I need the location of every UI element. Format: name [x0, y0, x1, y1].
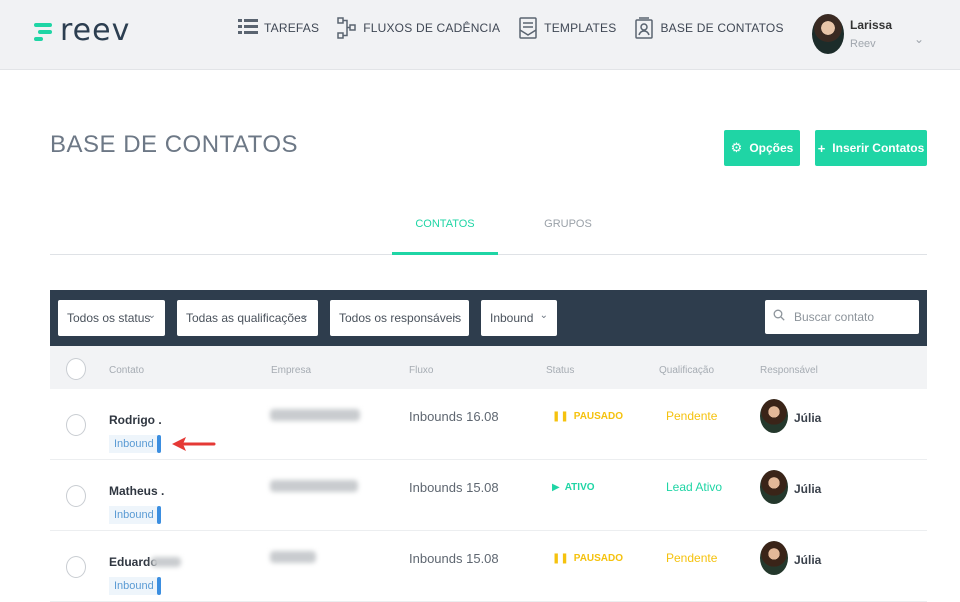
- status-filter-value: Todos os status: [67, 311, 151, 325]
- nav-item-base-de-contatos[interactable]: BASE DE CONTATOS: [634, 16, 783, 40]
- column-header-qualificacao[interactable]: Qualificação: [659, 365, 714, 376]
- company-name-blurred: [270, 480, 358, 492]
- options-button[interactable]: ⚙ Opções: [724, 130, 800, 166]
- chevron-down-icon[interactable]: ⌄: [914, 32, 924, 46]
- table-row[interactable]: Matheus . Inbound Inbounds 15.08 ▶ ATIVO…: [50, 460, 927, 531]
- status-badge: ▶ ATIVO: [552, 482, 595, 493]
- page-title: BASE DE CONTATOS: [50, 131, 299, 158]
- qualification-value: Pendente: [666, 409, 718, 423]
- top-navbar: reev TAREFAS FLUXOS DE CADÊNCIA TEMPLATE…: [0, 0, 960, 70]
- status-badge: ❚❚ PAUSADO: [552, 411, 623, 422]
- chevron-down-icon: ⌄: [539, 310, 548, 321]
- flow-name[interactable]: Inbounds 15.08: [409, 551, 499, 566]
- main-nav: TAREFAS FLUXOS DE CADÊNCIA TEMPLATES BAS…: [238, 16, 802, 40]
- nav-label: FLUXOS DE CADÊNCIA: [363, 21, 501, 35]
- template-icon: [519, 17, 537, 39]
- contact-name[interactable]: Matheus .: [109, 484, 164, 498]
- owner-filter-select[interactable]: Todos os responsáveis ⌄: [330, 300, 469, 336]
- tabs: CONTATOS GRUPOS: [50, 215, 927, 255]
- status-filter-select[interactable]: Todos os status ⌄: [58, 300, 165, 336]
- nav-label: BASE DE CONTATOS: [660, 21, 784, 35]
- column-header-responsavel[interactable]: Responsável: [760, 365, 818, 376]
- row-checkbox[interactable]: [66, 414, 86, 436]
- pause-icon: ❚❚: [552, 411, 569, 422]
- row-checkbox[interactable]: [66, 556, 86, 578]
- company-name-blurred: [270, 551, 316, 563]
- owner-name: Júlia: [794, 553, 822, 567]
- row-checkbox[interactable]: [66, 485, 86, 507]
- contact-name[interactable]: Rodrigo .: [109, 413, 162, 427]
- source-filter-value: Inbound: [490, 311, 534, 325]
- column-header-fluxo[interactable]: Fluxo: [409, 365, 433, 376]
- flow-name[interactable]: Inbounds 15.08: [409, 480, 499, 495]
- status-label: PAUSADO: [573, 411, 624, 422]
- filter-bar: Todos os status ⌄ Todas as qualificações…: [50, 290, 927, 346]
- qualification-filter-value: Todas as qualificações: [186, 311, 307, 325]
- contact-tag[interactable]: Inbound: [109, 577, 161, 595]
- owner-name: Júlia: [794, 411, 822, 425]
- owner-filter-value: Todos os responsáveis: [339, 311, 462, 325]
- company-name-blurred: [270, 409, 360, 421]
- flow-name[interactable]: Inbounds 16.08: [409, 409, 499, 424]
- owner-avatar: [760, 470, 788, 504]
- chevron-down-icon: ⌄: [300, 310, 309, 321]
- options-button-label: Opções: [749, 141, 794, 155]
- nav-label: TEMPLATES: [544, 21, 617, 35]
- column-header-status[interactable]: Status: [546, 365, 574, 376]
- tab-grupos[interactable]: GRUPOS: [528, 215, 608, 255]
- select-all-checkbox[interactable]: [66, 358, 86, 380]
- contacts-icon: [635, 17, 654, 39]
- chevron-down-icon: ⌄: [451, 310, 460, 321]
- nav-item-tarefas[interactable]: TAREFAS: [238, 16, 319, 40]
- list-icon: [238, 19, 258, 34]
- owner-avatar: [760, 541, 788, 575]
- status-label: ATIVO: [564, 482, 595, 493]
- user-avatar: [812, 14, 844, 54]
- status-label: PAUSADO: [573, 553, 624, 564]
- qualification-value: Lead Ativo: [666, 480, 723, 494]
- tab-contatos[interactable]: CONTATOS: [392, 215, 498, 255]
- reev-logo[interactable]: reev: [34, 13, 131, 48]
- insert-contacts-button-label: Inserir Contatos: [832, 141, 925, 155]
- qualification-filter-select[interactable]: Todas as qualificações ⌄: [177, 300, 318, 336]
- insert-contacts-button[interactable]: + Inserir Contatos: [815, 130, 927, 166]
- user-org: Reev: [850, 38, 876, 50]
- play-icon: ▶: [552, 482, 560, 493]
- search-box: [765, 300, 919, 334]
- table-row[interactable]: Eduardo Inbound Inbounds 15.08 ❚❚ PAUSAD…: [50, 531, 927, 602]
- chevron-down-icon: ⌄: [147, 310, 156, 321]
- flow-icon: [337, 17, 356, 39]
- search-icon: [773, 309, 785, 321]
- qualification-value: Pendente: [666, 551, 718, 565]
- table-header: Contato Empresa Fluxo Status Qualificaçã…: [50, 346, 927, 389]
- surname-blurred: [151, 557, 181, 567]
- source-filter-select[interactable]: Inbound ⌄: [481, 300, 557, 336]
- owner-avatar: [760, 399, 788, 433]
- nav-item-fluxos[interactable]: FLUXOS DE CADÊNCIA: [337, 16, 500, 40]
- pause-icon: ❚❚: [552, 553, 569, 564]
- user-menu[interactable]: Larissa Reev ⌄: [812, 14, 924, 54]
- red-arrow-annotation-icon: [172, 437, 216, 451]
- status-badge: ❚❚ PAUSADO: [552, 553, 623, 564]
- nav-item-templates[interactable]: TEMPLATES: [518, 16, 616, 40]
- logo-text: reev: [60, 13, 131, 48]
- contact-tag[interactable]: Inbound: [109, 506, 161, 524]
- column-header-contato[interactable]: Contato: [109, 365, 144, 376]
- nav-label: TAREFAS: [264, 21, 320, 35]
- plus-icon: +: [817, 140, 826, 156]
- contact-tag[interactable]: Inbound: [109, 435, 161, 453]
- search-input[interactable]: [794, 306, 912, 328]
- reev-logo-mark-icon: [34, 19, 56, 43]
- gear-icon: ⚙: [730, 140, 743, 155]
- user-name: Larissa: [850, 18, 893, 32]
- owner-name: Júlia: [794, 482, 822, 496]
- column-header-empresa[interactable]: Empresa: [271, 365, 311, 376]
